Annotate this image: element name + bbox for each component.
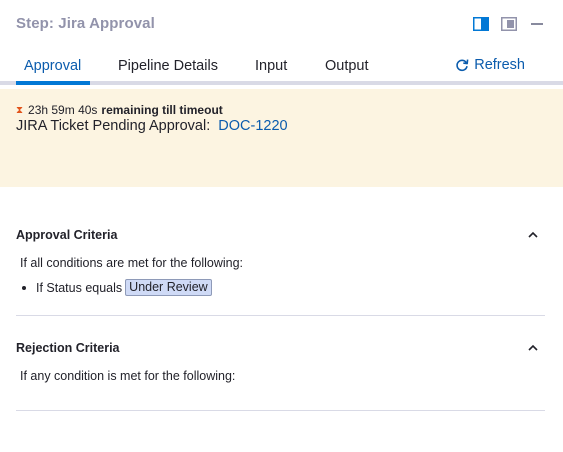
refresh-label: Refresh	[474, 57, 525, 73]
chevron-up-icon[interactable]	[527, 229, 539, 241]
timeout-timer: 23h 59m 40s	[28, 103, 98, 117]
chevron-up-icon[interactable]	[527, 342, 539, 354]
ticket-label: JIRA Ticket Pending Approval:	[16, 118, 211, 134]
approval-criteria-title: Approval Criteria	[16, 228, 118, 242]
tab-output[interactable]: Output	[325, 58, 369, 74]
tab-pipeline-details[interactable]: Pipeline Details	[118, 58, 218, 74]
timeout-suffix: remaining till timeout	[101, 103, 223, 117]
hourglass-icon: ⧗	[16, 104, 24, 116]
approval-condition-intro: If all conditions are met for the follow…	[20, 256, 244, 270]
approval-rule: If Status equals Under Review	[22, 279, 212, 296]
rejection-criteria-section: Rejection Criteria If any condition is m…	[16, 341, 545, 391]
approval-status-banner: ⧗ 23h 59m 40s remaining till timeout JIR…	[0, 89, 563, 187]
tab-approval[interactable]: Approval	[24, 58, 81, 74]
active-tab-indicator	[16, 81, 90, 85]
section-divider	[16, 410, 545, 411]
dock-right-icon[interactable]	[473, 16, 489, 32]
header-actions	[461, 16, 545, 32]
dock-float-icon[interactable]	[501, 16, 517, 32]
step-title: Step: Jira Approval	[16, 15, 155, 32]
drawer-header: Step: Jira Approval	[0, 0, 563, 48]
rejection-condition-intro: If any condition is met for the followin…	[20, 369, 236, 383]
ticket-status: JIRA Ticket Pending Approval: DOC-1220	[16, 118, 288, 134]
bullet	[22, 285, 26, 290]
refresh-icon	[456, 59, 469, 72]
rule-value-chip: Under Review	[125, 279, 212, 296]
rejection-criteria-title: Rejection Criteria	[16, 341, 120, 355]
minimize-icon[interactable]	[529, 16, 545, 32]
approval-criteria-section: Approval Criteria If all conditions are …	[16, 228, 545, 298]
section-divider	[16, 315, 545, 316]
rule-prefix: If Status equals	[36, 280, 123, 295]
ticket-link[interactable]: DOC-1220	[218, 118, 287, 134]
refresh-button[interactable]: Refresh	[455, 57, 525, 73]
timeout-row: ⧗ 23h 59m 40s remaining till timeout	[16, 103, 223, 117]
tab-input[interactable]: Input	[255, 58, 287, 74]
